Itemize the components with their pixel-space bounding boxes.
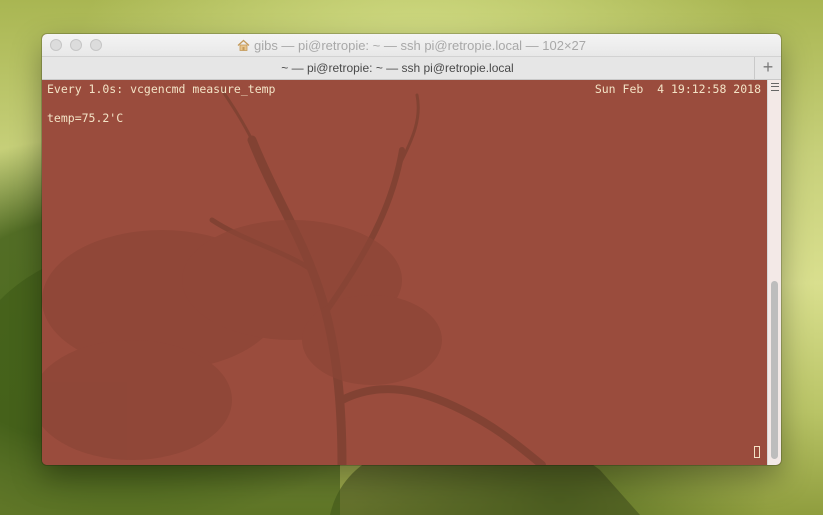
new-tab-button[interactable]: + xyxy=(754,57,781,79)
watch-datetime: Sun Feb 4 19:12:58 2018 xyxy=(594,82,761,96)
watch-command: Every 1.0s: vcgencmd measure_temp xyxy=(47,82,276,96)
tab-bar: ~ — pi@retropie: ~ — ssh pi@retropie.loc… xyxy=(42,57,781,80)
tab-title[interactable]: ~ — pi@retropie: ~ — ssh pi@retropie.loc… xyxy=(42,61,753,75)
scrollbar[interactable] xyxy=(767,80,781,465)
temperature-output: temp=75.2'C xyxy=(47,111,124,125)
scroll-thumb[interactable] xyxy=(771,281,778,459)
tree-overlay xyxy=(42,88,546,465)
window-title-text: gibs — pi@retropie: ~ — ssh pi@retropie.… xyxy=(253,38,587,53)
window-title: gibs — pi@retropie: ~ — ssh pi@retropie.… xyxy=(42,38,781,54)
terminal-cursor xyxy=(754,446,760,458)
home-icon xyxy=(237,39,250,54)
terminal-window: gibs — pi@retropie: ~ — ssh pi@retropie.… xyxy=(42,34,781,465)
title-bar[interactable]: gibs — pi@retropie: ~ — ssh pi@retropie.… xyxy=(42,34,781,57)
split-pane-icon[interactable] xyxy=(771,83,779,91)
terminal-content[interactable]: Every 1.0s: vcgencmd measure_temp Sun Fe… xyxy=(42,80,781,465)
